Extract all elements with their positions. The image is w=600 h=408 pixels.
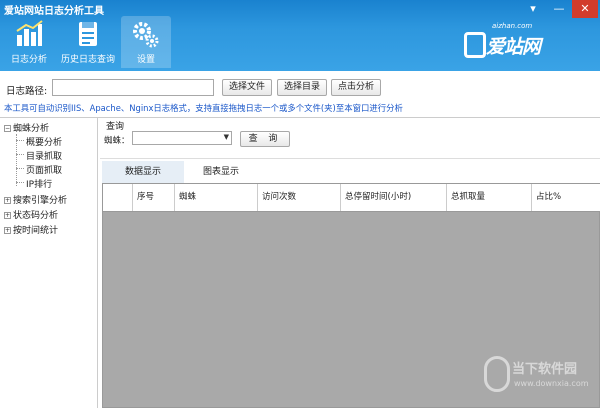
tool-label: 历史日志查询 — [60, 55, 115, 65]
column-header-percent[interactable]: 占比% — [532, 184, 600, 211]
log-path-label: 日志路径: — [6, 86, 48, 97]
expand-icon[interactable]: + — [4, 197, 11, 204]
aizhan-logo: aizhan.com 爱站网 — [464, 22, 564, 62]
logo-url: aizhan.com — [492, 22, 533, 30]
window-title: 爱站网站日志分析工具 — [4, 6, 104, 17]
tool-label: 设置 — [136, 55, 155, 65]
tree-node-time-stats[interactable]: + 按时间统计 — [4, 223, 58, 236]
tree-node-ip-rank[interactable]: IP排行 — [26, 177, 52, 190]
table-header: 序号 蜘蛛 访问次数 总停留时间(小时) 总抓取量 占比% — [103, 184, 600, 212]
tab-data-view[interactable]: 数据显示 — [102, 161, 184, 183]
select-file-button[interactable]: 选择文件 — [222, 79, 272, 96]
minimize-button[interactable]: — — [546, 0, 572, 18]
gears-icon — [133, 22, 159, 48]
title-ribbon-bar: 爱站网站日志分析工具 ▾ — ✕ 日志分析 历史日志查询 设置 aizhan.c… — [0, 0, 600, 71]
tree-line — [16, 134, 17, 186]
spider-select[interactable]: ▼ — [132, 131, 232, 145]
column-header-visits[interactable]: 访问次数 — [258, 184, 341, 211]
view-tabs: 数据显示 图表显示 — [100, 158, 600, 183]
window-controls: ▾ — ✕ — [520, 0, 598, 18]
tree-line — [16, 154, 24, 155]
tree-line — [16, 168, 24, 169]
query-title: 查询 — [106, 122, 125, 132]
tree-node-label: 蜘蛛分析 — [13, 124, 50, 134]
expand-icon[interactable]: + — [4, 227, 11, 234]
logo-text: 爱站网 — [486, 36, 541, 58]
watermark-text: 当下软件园 — [512, 362, 578, 377]
tree-node-spider[interactable]: − 蜘蛛分析 — [4, 121, 49, 134]
expand-icon[interactable]: + — [4, 212, 11, 219]
watermark-logo-icon — [484, 356, 510, 392]
tool-history-query[interactable]: 历史日志查询 — [58, 16, 118, 68]
spider-label: 蜘蛛： — [104, 136, 130, 146]
analyze-button[interactable]: 点击分析 — [331, 79, 381, 96]
tool-label: 日志分析 — [10, 55, 47, 65]
column-header-index[interactable]: 序号 — [133, 184, 175, 211]
collapse-icon[interactable]: − — [4, 125, 11, 132]
tree-node-directory[interactable]: 目录抓取 — [26, 149, 62, 162]
chevron-down-icon: ▼ — [223, 133, 229, 141]
query-panel: 查询 蜘蛛： ▼ 查 询 — [100, 118, 600, 156]
tree-node-search-engine[interactable]: + 搜索引擎分析 — [4, 193, 67, 206]
analysis-tree: − 蜘蛛分析 概要分析 目录抓取 页面抓取 IP排行 + 搜索引擎分析 + 状态码分析… — [0, 118, 98, 408]
column-header-spider[interactable]: 蜘蛛 — [175, 184, 258, 211]
menu-dropdown-button[interactable]: ▾ — [520, 0, 546, 18]
select-directory-button[interactable]: 选择目录 — [277, 79, 327, 96]
log-path-input[interactable] — [52, 79, 214, 96]
tree-line — [16, 182, 24, 183]
log-path-bar: 日志路径: 选择文件 选择目录 点击分析 本工具可自动识别IIS、Apache、… — [0, 71, 600, 118]
column-header-crawl-total[interactable]: 总抓取量 — [447, 184, 532, 211]
column-header-stay-time[interactable]: 总停留时间(小时) — [341, 184, 447, 211]
close-button[interactable]: ✕ — [572, 0, 598, 18]
logo-mark-icon — [464, 32, 486, 58]
tree-node-label: 状态码分析 — [13, 211, 59, 221]
bar-chart-icon — [16, 20, 43, 46]
document-icon — [79, 22, 97, 46]
format-notice: 本工具可自动识别IIS、Apache、Nginx日志格式，支持直接拖拽日志一个或… — [4, 103, 403, 113]
query-button[interactable]: 查 询 — [240, 131, 290, 147]
tool-log-analysis[interactable]: 日志分析 — [4, 16, 54, 68]
tree-node-status-code[interactable]: + 状态码分析 — [4, 208, 58, 221]
tree-node-summary[interactable]: 概要分析 — [26, 135, 62, 148]
tree-node-label: 搜索引擎分析 — [13, 196, 68, 206]
watermark-url: www.downxia.com — [514, 379, 589, 388]
tree-node-label: 按时间统计 — [13, 226, 59, 236]
tree-node-page[interactable]: 页面抓取 — [26, 163, 62, 176]
tool-settings[interactable]: 设置 — [121, 16, 171, 68]
tab-chart-view[interactable]: 图表显示 — [180, 161, 262, 183]
row-header-corner — [103, 184, 133, 211]
tree-line — [16, 140, 24, 141]
downxia-watermark: 当下软件园 www.downxia.com — [484, 352, 596, 404]
